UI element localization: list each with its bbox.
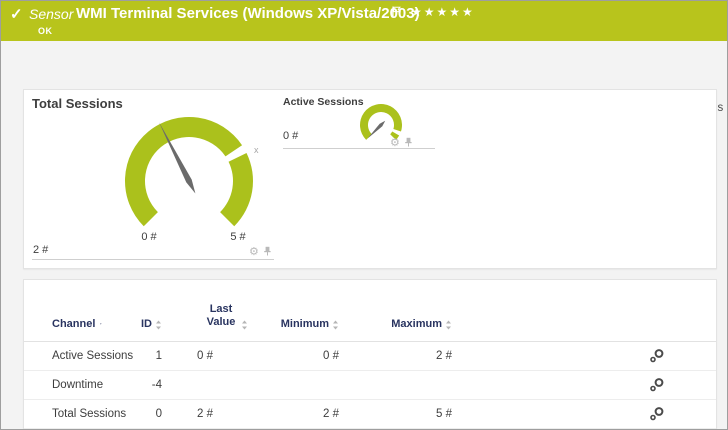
gauges-panel: Total Sessions x 0 # 5 # 2 # ⚙ Activ: [23, 89, 717, 269]
channel-minimum: 2 #: [255, 408, 339, 420]
sort-icon: [241, 320, 248, 330]
total-sessions-value: 2 #: [33, 244, 48, 256]
object-kind-label: Sensor: [29, 6, 73, 22]
column-header-channel-label: Channel: [52, 318, 95, 330]
widget-pin-icon[interactable]: [404, 134, 413, 152]
channels-table-header: Channel ID Last Value Minimum Maximum: [24, 280, 716, 342]
tab-bar: Overview Live Data 2 days 30 days 365 da…: [1, 41, 727, 87]
channel-name: Downtime: [52, 379, 102, 391]
widget-pin-icon[interactable]: [263, 243, 272, 261]
column-header-id-label: ID: [141, 318, 152, 330]
column-header-channel[interactable]: Channel: [52, 318, 102, 330]
sensor-page: ✓ Sensor WMI Terminal Services (Windows …: [0, 0, 728, 430]
channel-maximum: 2 #: [339, 350, 452, 362]
flag-icon[interactable]: [392, 4, 401, 22]
table-row[interactable]: Downtime -4: [24, 371, 716, 400]
gauge-widget-tools: ⚙: [249, 243, 272, 261]
sort-icon: [332, 320, 339, 330]
active-sessions-value: 0 #: [283, 130, 298, 142]
gauge-needle: [368, 121, 386, 139]
sensor-title: WMI Terminal Services (Windows XP/Vista/…: [76, 5, 420, 22]
gauge-scale-min-label: 0 #: [134, 231, 164, 243]
channel-settings-icon[interactable]: [649, 348, 665, 364]
widget-gear-icon[interactable]: ⚙: [390, 138, 400, 149]
status-ok-check-icon: ✓: [10, 5, 23, 23]
column-header-maximum[interactable]: Maximum: [339, 318, 452, 330]
gauge-scale-max-label: 5 #: [223, 231, 253, 243]
channel-name: Active Sessions: [52, 350, 102, 362]
sensor-header: ✓ Sensor WMI Terminal Services (Windows …: [1, 1, 727, 41]
widget-divider: [32, 259, 274, 260]
widget-gear-icon[interactable]: ⚙: [249, 247, 259, 258]
column-header-id[interactable]: ID: [102, 318, 162, 330]
column-header-minimum[interactable]: Minimum: [255, 318, 339, 330]
column-header-maximum-label: Maximum: [391, 318, 442, 330]
channels-table-panel: Channel ID Last Value Minimum Maximum: [23, 279, 717, 430]
channel-id: 1: [102, 350, 162, 362]
column-header-last-value[interactable]: Last Value: [197, 303, 255, 331]
priority-stars-icon[interactable]: ★★★★★: [411, 5, 475, 19]
channel-settings-icon[interactable]: [649, 377, 665, 393]
channel-minimum: 0 #: [255, 350, 339, 362]
gauge-widget-tools: ⚙: [390, 134, 413, 152]
sort-icon: [445, 320, 452, 330]
table-row[interactable]: Total Sessions 0 2 # 2 # 5 #: [24, 400, 716, 429]
channel-maximum: 5 #: [339, 408, 452, 420]
table-row[interactable]: Active Sessions 1 0 # 0 # 2 #: [24, 342, 716, 371]
active-sessions-gauge-title: Active Sessions: [283, 96, 364, 108]
channel-id: 0: [102, 408, 162, 420]
channel-settings-icon[interactable]: [649, 406, 665, 422]
gauge-limit-marker: x: [254, 145, 259, 155]
channel-id: -4: [102, 379, 162, 391]
column-header-last-value-label: Last Value: [204, 303, 238, 331]
sensor-status-badge: OK: [38, 26, 53, 36]
channel-last-value: 0 #: [197, 350, 255, 362]
column-header-minimum-label: Minimum: [281, 318, 329, 330]
sort-icon: [155, 320, 162, 330]
channel-last-value: 2 #: [197, 408, 255, 420]
channel-name: Total Sessions: [52, 408, 102, 420]
